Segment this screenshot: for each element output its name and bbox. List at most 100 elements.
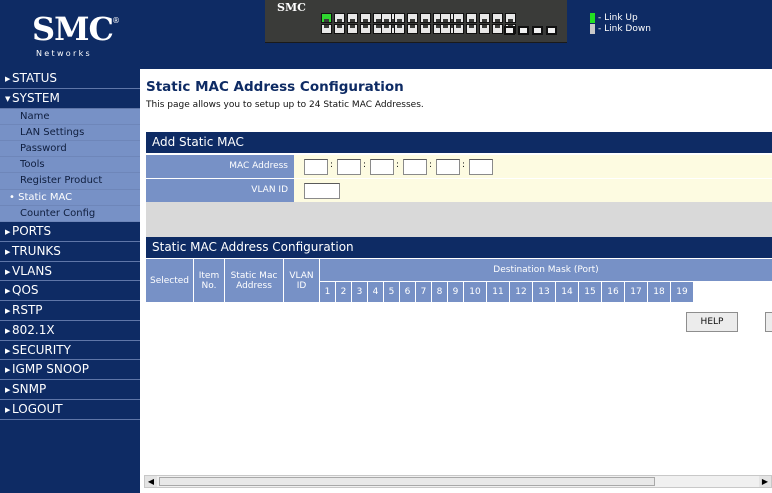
switch-port-icon <box>420 24 431 34</box>
nav-sub-name[interactable]: Name <box>0 108 140 125</box>
nav-logout[interactable]: ▶ LOGOUT <box>0 400 140 420</box>
chevron-right-icon: ▶ <box>5 75 11 83</box>
nav-trunks-label: TRUNKS <box>12 243 61 258</box>
vlan-id-row: VLAN ID <box>146 179 772 202</box>
chevron-right-icon: ▶ <box>5 386 11 395</box>
mac-octet-5-input[interactable] <box>436 159 460 175</box>
switch-port-icon <box>334 24 345 34</box>
nav-sub-static-mac[interactable]: • Static MAC <box>0 189 140 206</box>
static-mac-table-header: Static MAC Address Configuration <box>146 237 772 258</box>
port-col-header: 19 <box>671 282 693 302</box>
nav-security[interactable]: ▶ SECURITY <box>0 341 140 361</box>
sfp-port-icon <box>518 26 529 35</box>
nav-qos[interactable]: ▶ QOS <box>0 281 140 302</box>
mac-octet-2-input[interactable] <box>337 159 361 175</box>
scroll-right-icon[interactable]: ▶ <box>759 476 771 487</box>
mac-octet-1-input[interactable] <box>304 159 328 175</box>
nav-security-label: SECURITY <box>12 342 71 357</box>
chevron-right-icon: ▶ <box>5 346 11 355</box>
switch-port-icon <box>347 13 358 23</box>
col-static-mac-address: Static Mac Address <box>225 259 283 302</box>
port-col-header: 4 <box>368 282 383 302</box>
nav-igmp-snoop[interactable]: ▶ IGMP SNOOP <box>0 360 140 381</box>
chevron-right-icon: ▶ <box>5 227 11 236</box>
chevron-right-icon: ▶ <box>5 326 11 335</box>
nav-rstp[interactable]: ▶ RSTP <box>0 301 140 321</box>
nav-ports-label: PORTS <box>12 223 52 238</box>
nav-system[interactable]: ▼ SYSTEM <box>0 89 140 109</box>
switch-port-icon <box>347 24 358 34</box>
nav-vlans[interactable]: ▶ VLANS <box>0 262 140 282</box>
switch-port-icon <box>479 13 490 23</box>
port-col-header: 14 <box>556 282 578 302</box>
switch-port-icon <box>479 24 490 34</box>
port-col-header: 17 <box>625 282 647 302</box>
switch-port-icon <box>394 24 405 34</box>
nav-snmp[interactable]: ▶ SNMP <box>0 380 140 401</box>
switch-panel-image: SMC <box>265 0 567 43</box>
mac-octet-6-input[interactable] <box>469 159 493 175</box>
legend-link-up-label: - Link Up <box>598 13 638 23</box>
nav-sub-counter-config[interactable]: Counter Config <box>0 205 140 222</box>
horizontal-scrollbar[interactable]: ◀ ▶ <box>144 475 772 488</box>
nav-sub-register-product[interactable]: Register Product <box>0 173 140 190</box>
mac-separator: : <box>330 160 334 170</box>
sfp-port-icon <box>504 26 515 35</box>
link-down-swatch-icon <box>590 24 595 34</box>
switch-port-icon <box>440 13 451 23</box>
switch-port-icon <box>407 24 418 34</box>
add-static-mac-header: Add Static MAC <box>146 132 772 153</box>
chevron-down-icon: ▼ <box>5 94 11 103</box>
switch-port-icon <box>394 13 405 23</box>
nav-system-label: SYSTEM <box>12 90 60 105</box>
chevron-right-icon: ▶ <box>5 406 11 415</box>
switch-port-icon <box>360 13 371 23</box>
port-col-header: 6 <box>400 282 415 302</box>
scroll-left-icon[interactable]: ◀ <box>145 476 157 487</box>
logo-registered-mark: ® <box>112 16 120 25</box>
link-up-swatch-icon <box>590 13 595 23</box>
mac-octet-4-input[interactable] <box>403 159 427 175</box>
switch-port-icon <box>381 24 392 34</box>
nav-ports[interactable]: ▶ PORTS <box>0 222 140 242</box>
mac-separator: : <box>429 160 433 170</box>
switch-port-icon <box>321 24 332 34</box>
port-col-header: 5 <box>384 282 399 302</box>
nav-status[interactable]: ▶ STATUS <box>0 69 140 89</box>
sidebar-nav: ▶ STATUS ▼ SYSTEM Name LAN Settings Passwo… <box>0 69 140 493</box>
nav-trunks[interactable]: ▶ TRUNKS <box>0 242 140 262</box>
nav-8021x[interactable]: ▶ 802.1X <box>0 321 140 341</box>
port-col-header: 18 <box>648 282 670 302</box>
mac-octet-3-input[interactable] <box>370 159 394 175</box>
port-col-header: 2 <box>336 282 351 302</box>
switch-port-icon <box>492 24 503 34</box>
port-col-header: 3 <box>352 282 367 302</box>
chevron-right-icon: ▶ <box>5 287 11 296</box>
bullet-icon: • <box>9 191 15 203</box>
switch-port-icon <box>420 13 431 23</box>
col-selected: Selected <box>146 259 193 302</box>
switch-port-icon <box>381 13 392 23</box>
switch-port-icon <box>466 13 477 23</box>
nav-sub-static-mac-label: Static MAC <box>18 191 73 203</box>
port-col-header: 13 <box>533 282 555 302</box>
switch-port-icon <box>321 13 332 23</box>
smc-logo: SMC ® Networks <box>32 10 120 58</box>
switch-port-icon <box>466 24 477 34</box>
next-button-partial[interactable] <box>765 312 772 332</box>
nav-sub-tools[interactable]: Tools <box>0 157 140 174</box>
chevron-right-icon: ▶ <box>5 366 11 375</box>
nav-vlans-label: VLANS <box>12 263 52 278</box>
port-col-header: 8 <box>432 282 447 302</box>
switch-port-icon <box>505 13 516 23</box>
nav-sub-lan-settings[interactable]: LAN Settings <box>0 124 140 141</box>
scrollbar-thumb[interactable] <box>159 477 655 486</box>
vlan-id-input[interactable] <box>304 183 340 199</box>
port-col-header: 16 <box>602 282 624 302</box>
help-button[interactable]: HELP <box>686 312 738 332</box>
nav-sub-password[interactable]: Password <box>0 140 140 158</box>
nav-logout-label: LOGOUT <box>12 402 63 417</box>
main-content: Static MAC Address Configuration This pa… <box>140 69 772 493</box>
chevron-right-icon: ▶ <box>5 267 11 276</box>
nav-status-label: STATUS <box>12 71 58 85</box>
